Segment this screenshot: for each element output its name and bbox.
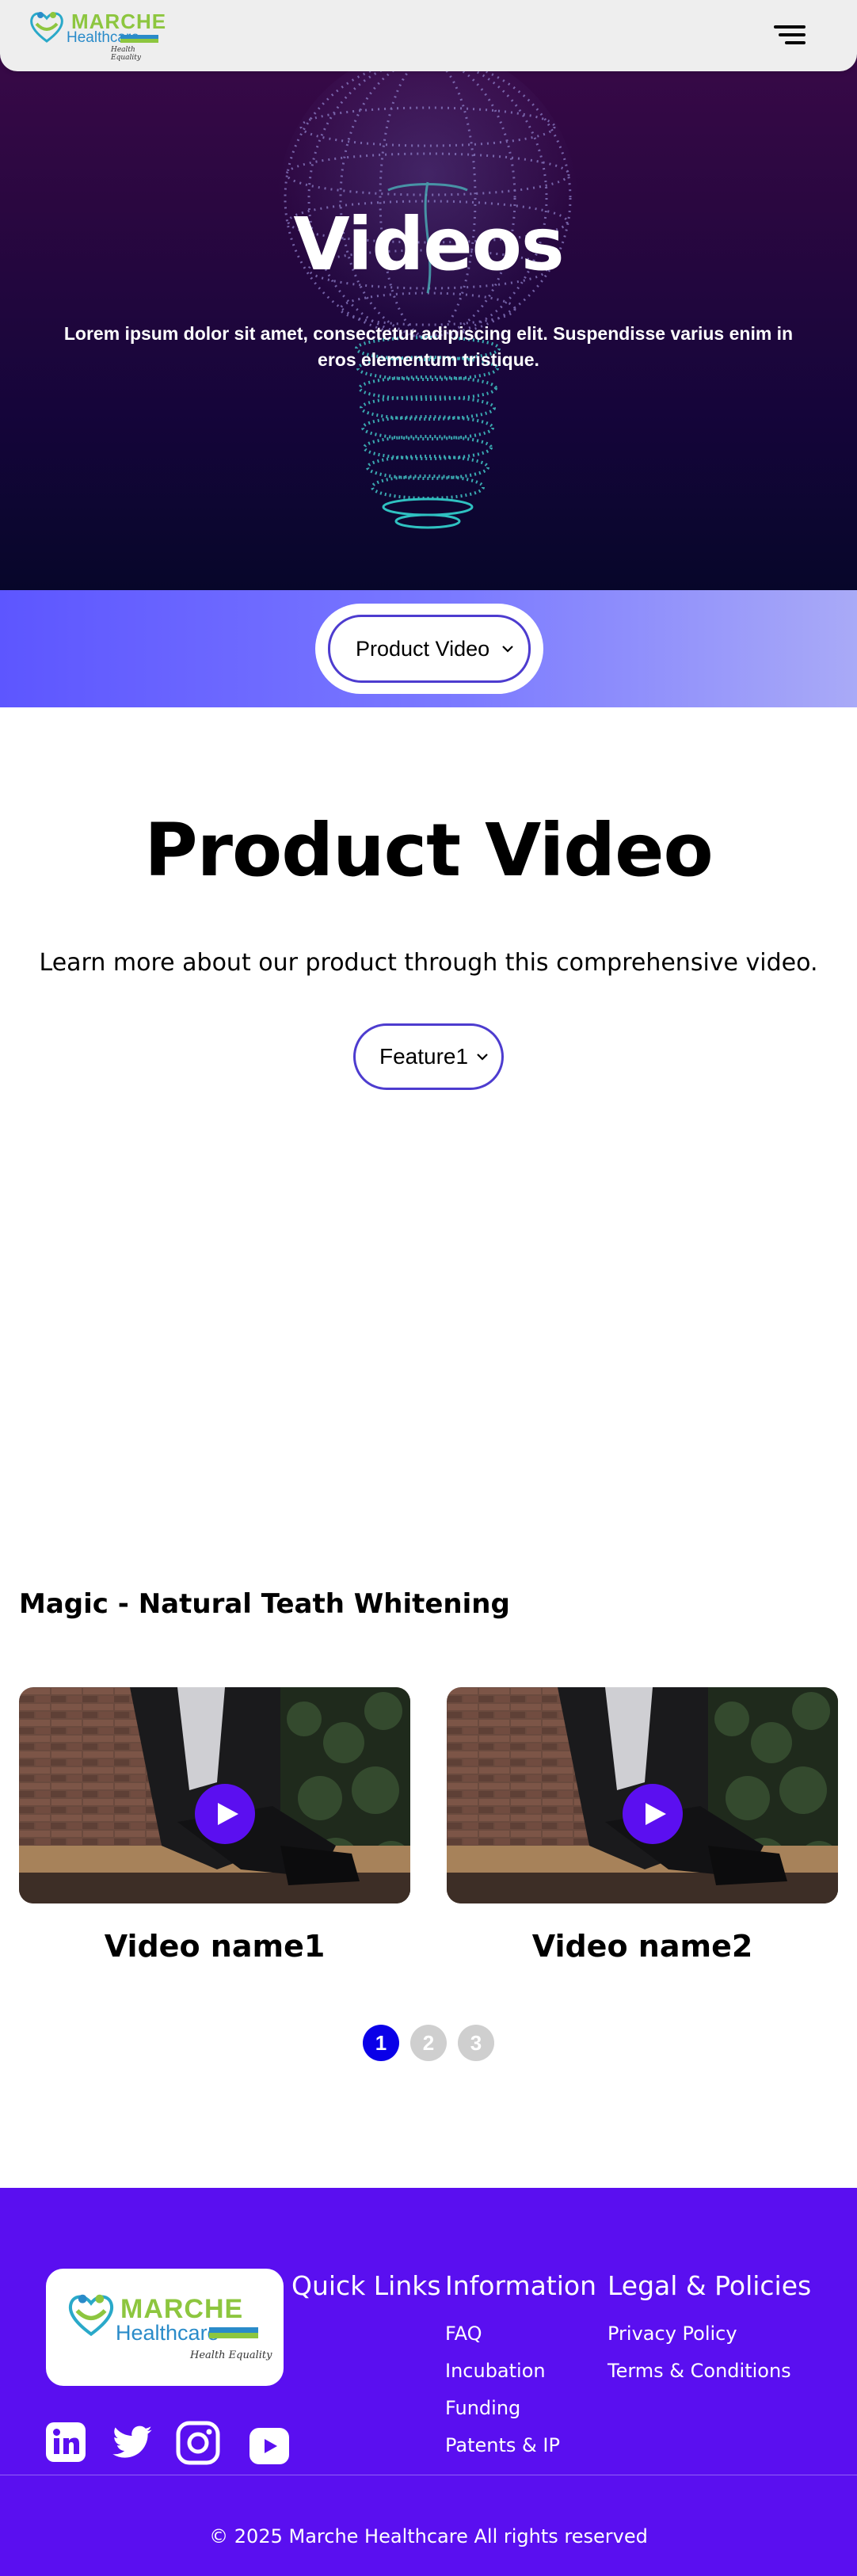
logo-tagline: Health Equality [190, 2349, 272, 2361]
site-logo[interactable]: MARCHE Healthcare Health Equality [29, 6, 166, 62]
video-thumbnail[interactable] [19, 1687, 410, 1903]
quick-links-heading: Quick Links [291, 2270, 441, 2301]
page-button-1[interactable]: 1 [363, 2025, 399, 2061]
instagram-icon[interactable] [176, 2421, 220, 2468]
category-select-container: Product Video [315, 604, 543, 694]
footer-link-privacy[interactable]: Privacy Policy [608, 2323, 737, 2345]
linkedin-icon[interactable] [44, 2421, 87, 2467]
page-title: Videos [293, 202, 564, 287]
footer-link-incubation[interactable]: Incubation [445, 2360, 546, 2382]
category-select-value: Product Video [356, 636, 490, 661]
logo-tagline: Health Equality [111, 46, 141, 62]
video-thumbnail[interactable] [447, 1687, 838, 1903]
footer-link-funding[interactable]: Funding [445, 2397, 520, 2419]
page-button-3[interactable]: 3 [458, 2025, 494, 2061]
video-card[interactable]: Video name2 [447, 1687, 838, 1964]
information-heading: Information [445, 2270, 597, 2301]
footer-logo[interactable]: MARCHE Healthcare Health Equality [46, 2269, 284, 2386]
video-group-title: Magic - Natural Teath Whitening [19, 1588, 510, 1620]
logo-bar-graphic [120, 35, 158, 43]
site-footer: MARCHE Healthcare Health Equality Quick … [0, 2188, 857, 2576]
heart-people-icon [68, 2294, 114, 2337]
legal-heading: Legal & Policies [608, 2270, 812, 2301]
category-select[interactable]: Product Video [328, 615, 531, 683]
chevron-down-icon [476, 1026, 489, 1088]
video-name: Video name2 [531, 1929, 753, 1964]
logo-sub: Healthcare [116, 2321, 219, 2345]
hamburger-menu-icon[interactable] [772, 22, 809, 49]
section-heading: Product Video [144, 808, 713, 893]
play-button-icon[interactable] [195, 1784, 255, 1844]
lightbulb-graphic [277, 48, 578, 529]
video-card[interactable]: Video name1 [19, 1687, 410, 1964]
chevron-down-icon [501, 617, 514, 680]
feature-select[interactable]: Feature1 [353, 1023, 504, 1090]
youtube-icon[interactable] [249, 2427, 290, 2468]
section-description: Learn more about our product through thi… [39, 949, 818, 977]
page-button-2[interactable]: 2 [410, 2025, 447, 2061]
footer-link-faq[interactable]: FAQ [445, 2323, 482, 2345]
site-header: MARCHE Healthcare Health Equality [0, 0, 857, 71]
twitter-icon[interactable] [111, 2421, 154, 2467]
pagination: 1 2 3 [363, 2025, 494, 2061]
heart-people-icon [30, 12, 63, 43]
video-name: Video name1 [104, 1929, 326, 1964]
play-button-icon[interactable] [623, 1784, 683, 1844]
hero-banner: Videos Lorem ipsum dolor sit amet, conse… [0, 0, 857, 590]
copyright-text: © 2025 Marche Healthcare All rights rese… [209, 2525, 648, 2547]
footer-link-patents[interactable]: Patents & IP [445, 2434, 560, 2456]
feature-select-value: Feature1 [379, 1044, 469, 1069]
logo-bar-graphic [209, 2327, 258, 2338]
footer-link-terms[interactable]: Terms & Conditions [608, 2360, 791, 2382]
category-strip: Product Video [0, 590, 857, 707]
hero-subtitle: Lorem ipsum dolor sit amet, consectetur … [63, 323, 794, 370]
